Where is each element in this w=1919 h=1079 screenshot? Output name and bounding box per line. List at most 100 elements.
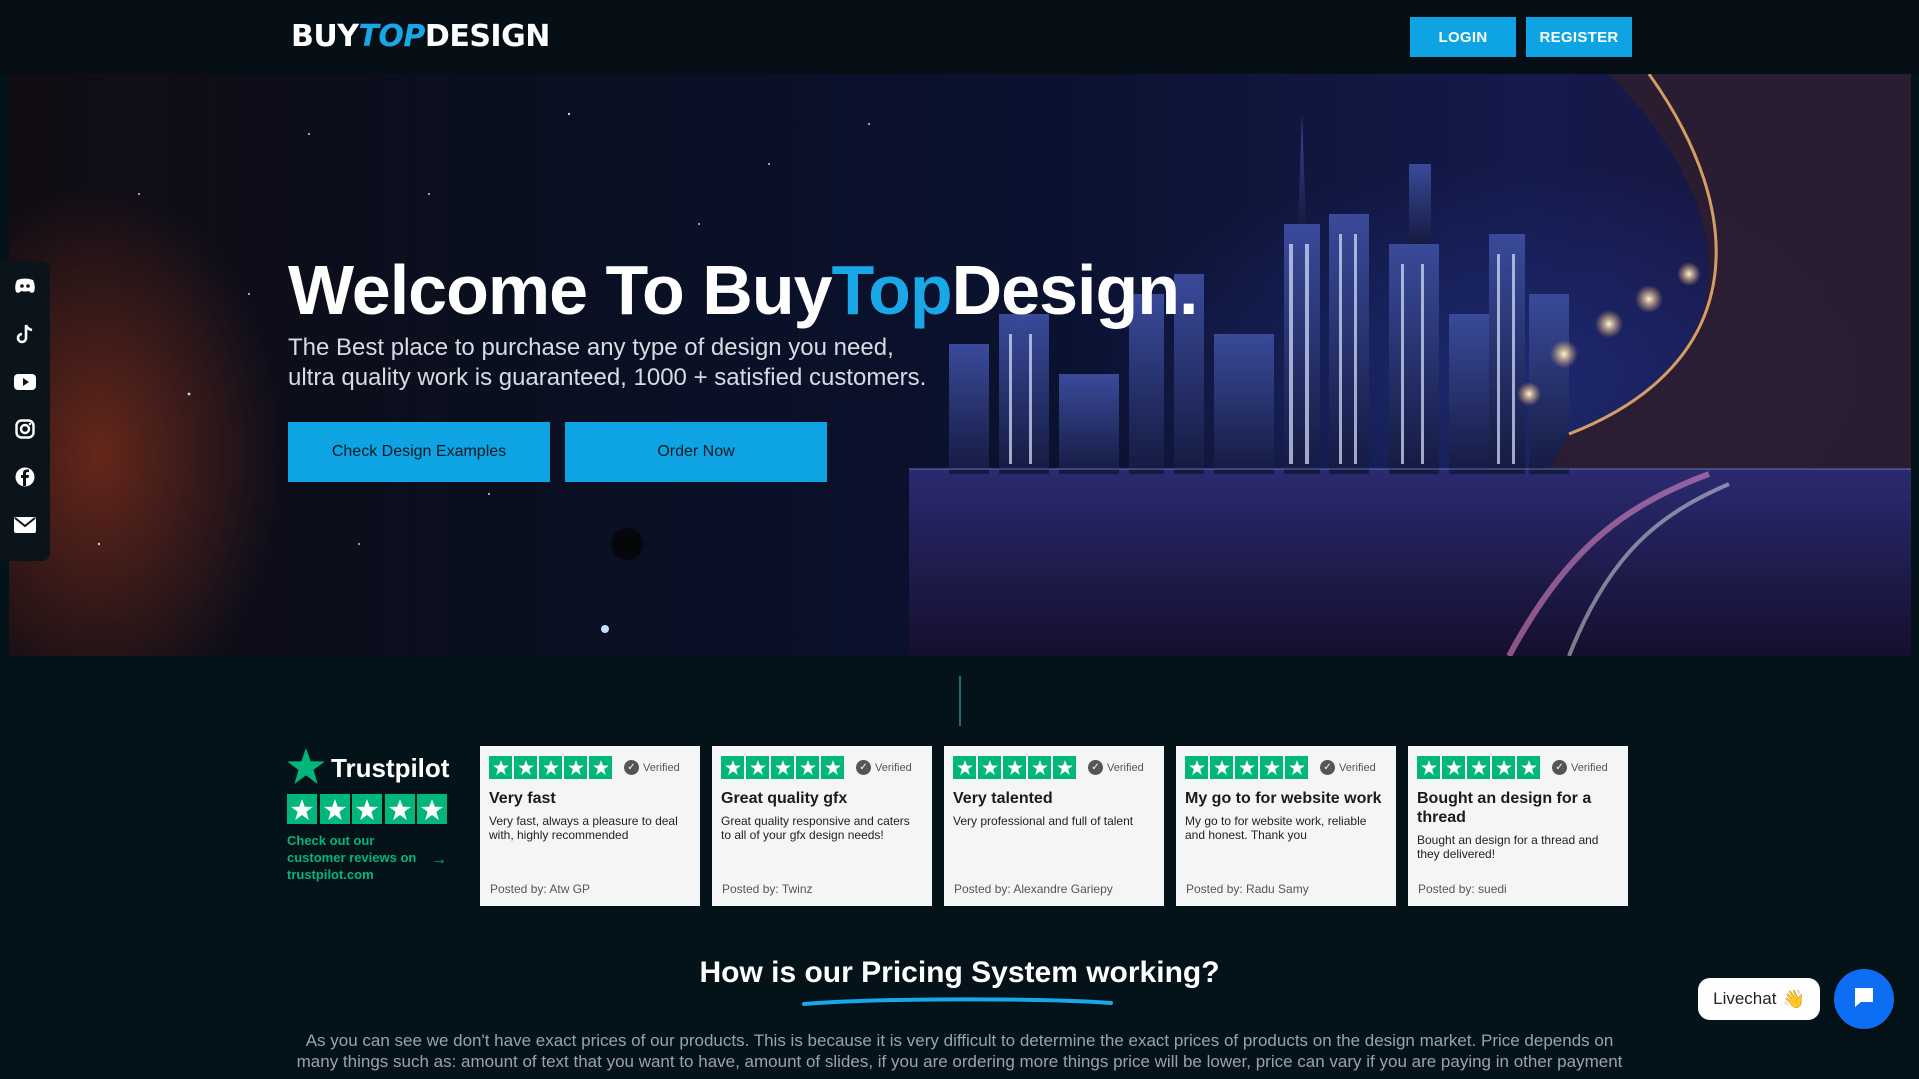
review-author: Posted by: Twinz [722, 882, 813, 896]
hero-title-part1: Welcome To Buy [288, 251, 833, 329]
trustpilot-badge[interactable]: Trustpilot Check out our customer review… [287, 747, 457, 888]
star-icon [1053, 756, 1076, 779]
star-icon [319, 794, 350, 824]
social-sidebar [0, 261, 50, 561]
hero-subtitle-line1: The Best place to purchase any type of d… [288, 334, 894, 361]
star-icon [1028, 756, 1051, 779]
hero-subtitle-line2: ultra quality work is guaranteed, 1000 +… [288, 364, 927, 391]
section-divider [959, 676, 961, 726]
review-body: Bought an design for a thread and they d… [1417, 833, 1599, 861]
login-button[interactable]: LOGIN [1410, 17, 1516, 57]
verified-label: Verified [875, 761, 912, 774]
check-design-examples-button[interactable]: Check Design Examples [288, 422, 550, 482]
livechat-label[interactable]: Livechat 👋 [1698, 978, 1820, 1020]
review-body: Very professional and full of talent [953, 814, 1134, 828]
instagram-icon[interactable] [12, 417, 38, 441]
star-icon [1417, 756, 1440, 779]
tiktok-icon[interactable] [12, 322, 38, 346]
star-icon [564, 756, 587, 779]
review-card[interactable]: ✓ Verified Very talented Very professiona… [944, 746, 1164, 906]
star-icon [384, 794, 415, 824]
review-author: Posted by: Alexandre Gariepy [954, 882, 1113, 896]
verified-badge: ✓ Verified [1552, 760, 1608, 775]
chat-bubble-icon [1852, 985, 1876, 1014]
star-icon [539, 756, 562, 779]
email-icon[interactable] [12, 513, 38, 537]
review-title: Very talented [953, 790, 1053, 807]
verified-label: Verified [1339, 761, 1376, 774]
star-icon [1185, 756, 1208, 779]
order-now-button[interactable]: Order Now [565, 422, 827, 482]
review-body: Great quality responsive and caters to a… [721, 814, 910, 842]
discord-icon[interactable] [12, 274, 38, 298]
star-icon [771, 756, 794, 779]
register-button[interactable]: REGISTER [1526, 17, 1632, 57]
logo-text-top: TOP [358, 19, 425, 54]
review-rating [721, 756, 846, 779]
top-bar: BUYTOPDESIGN LOGIN REGISTER [0, 0, 1919, 74]
star-icon [1235, 756, 1258, 779]
logo[interactable]: BUYTOPDESIGN [291, 18, 550, 56]
star-icon [1260, 756, 1283, 779]
review-rating [1185, 756, 1310, 779]
verified-label: Verified [1571, 761, 1608, 774]
hero-subtitle: The Best place to purchase any type of d… [288, 333, 1048, 393]
star-icon [589, 756, 612, 779]
star-icon [821, 756, 844, 779]
arrow-right-icon: → [431, 851, 447, 868]
review-title: Bought an design for a thread [1417, 790, 1592, 826]
review-rating [953, 756, 1078, 779]
star-icon [953, 756, 976, 779]
check-icon: ✓ [856, 760, 871, 775]
review-card[interactable]: ✓ Verified Bought an design for a thread … [1408, 746, 1628, 906]
star-icon [1210, 756, 1233, 779]
review-author: Posted by: suedi [1418, 882, 1507, 896]
verified-label: Verified [1107, 761, 1144, 774]
trustpilot-link[interactable]: Check out our customer reviews on trustp… [287, 832, 457, 883]
review-rating [1417, 756, 1542, 779]
hero-title-part2: Design. [951, 251, 1199, 329]
review-card[interactable]: ✓ Verified Great quality gfx Great qualit… [712, 746, 932, 906]
star-icon [287, 794, 317, 824]
check-icon: ✓ [624, 760, 639, 775]
star-icon [1467, 756, 1490, 779]
verified-badge: ✓ Verified [856, 760, 912, 775]
check-icon: ✓ [1320, 760, 1335, 775]
verified-badge: ✓ Verified [1320, 760, 1376, 775]
star-icon [1517, 756, 1540, 779]
star-icon [1442, 756, 1465, 779]
review-card[interactable]: ✓ Verified My go to for website work My g… [1176, 746, 1396, 906]
verified-badge: ✓ Verified [624, 760, 680, 775]
hero-title: Welcome To BuyTopDesign. [288, 250, 1199, 330]
star-icon [489, 756, 512, 779]
hero-title-accent: Top [831, 251, 953, 329]
star-icon [721, 756, 744, 779]
logo-text-design: DESIGN [424, 19, 550, 54]
review-rating [489, 756, 614, 779]
trustpilot-link-text: Check out our customer reviews on trustp… [287, 833, 417, 882]
verified-badge: ✓ Verified [1088, 760, 1144, 775]
review-title: Very fast [489, 790, 556, 807]
youtube-icon[interactable] [12, 370, 38, 394]
title-underline [802, 997, 1113, 1006]
review-author: Posted by: Radu Samy [1186, 882, 1309, 896]
hero-banner: Welcome To BuyTopDesign. The Best place … [9, 74, 1911, 656]
pricing-description: As you can see we don't have exact price… [296, 1031, 1623, 1071]
review-body: My go to for website work, reliable and … [1185, 814, 1367, 842]
star-icon [796, 756, 819, 779]
review-card[interactable]: ✓ Verified Very fast Very fast, always a … [480, 746, 700, 906]
facebook-icon[interactable] [12, 465, 38, 489]
logo-text-buy: BUY [291, 19, 359, 54]
trustpilot-star-icon [287, 747, 325, 789]
chat-button[interactable] [1834, 969, 1894, 1029]
star-icon [1003, 756, 1026, 779]
star-icon [1492, 756, 1515, 779]
pricing-title: How is our Pricing System working? [699, 956, 1220, 989]
check-icon: ✓ [1088, 760, 1103, 775]
waving-hand-icon: 👋 [1782, 988, 1805, 1009]
star-icon [746, 756, 769, 779]
page: BUYTOPDESIGN LOGIN REGISTER Welcome To B… [0, 0, 1919, 1079]
review-body: Very fast, always a pleasure to deal wit… [489, 814, 678, 842]
star-icon [352, 794, 382, 824]
verified-label: Verified [643, 761, 680, 774]
